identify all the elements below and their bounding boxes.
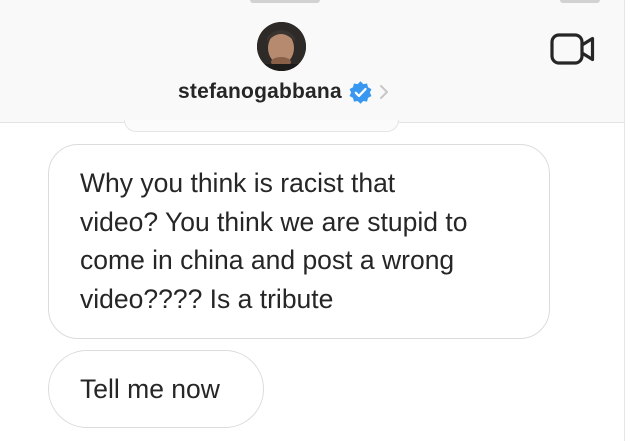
previous-message-bubble bbox=[124, 120, 399, 132]
conversation-header: stefanogabbana bbox=[0, 0, 624, 123]
message-bubble[interactable]: Tell me now bbox=[48, 350, 264, 428]
username: stefanogabbana bbox=[178, 80, 342, 103]
message-text-line: come in china and post a wrong bbox=[80, 245, 455, 275]
avatar[interactable] bbox=[257, 22, 306, 71]
profile-photo bbox=[257, 22, 306, 71]
video-camera-icon[interactable] bbox=[550, 33, 596, 65]
direct-message-screen: stefanogabbana Why you think is racist t… bbox=[0, 0, 640, 441]
username-link[interactable]: stefanogabbana bbox=[178, 77, 389, 107]
verified-badge-icon bbox=[349, 80, 372, 104]
message-text-line: Tell me now bbox=[80, 374, 220, 404]
message-text-line: video???? Is a tribute bbox=[80, 283, 334, 314]
message-text-line: Why you think is racist that bbox=[80, 168, 396, 198]
message-bubble[interactable]: Why you think is racist that video? You … bbox=[48, 144, 550, 339]
message-text-line: video? You think we are stupid to bbox=[80, 206, 468, 237]
status-bar-fragment bbox=[560, 0, 600, 3]
status-bar-fragment bbox=[250, 0, 320, 3]
scroll-edge bbox=[624, 0, 640, 441]
chevron-right-icon bbox=[379, 85, 388, 99]
